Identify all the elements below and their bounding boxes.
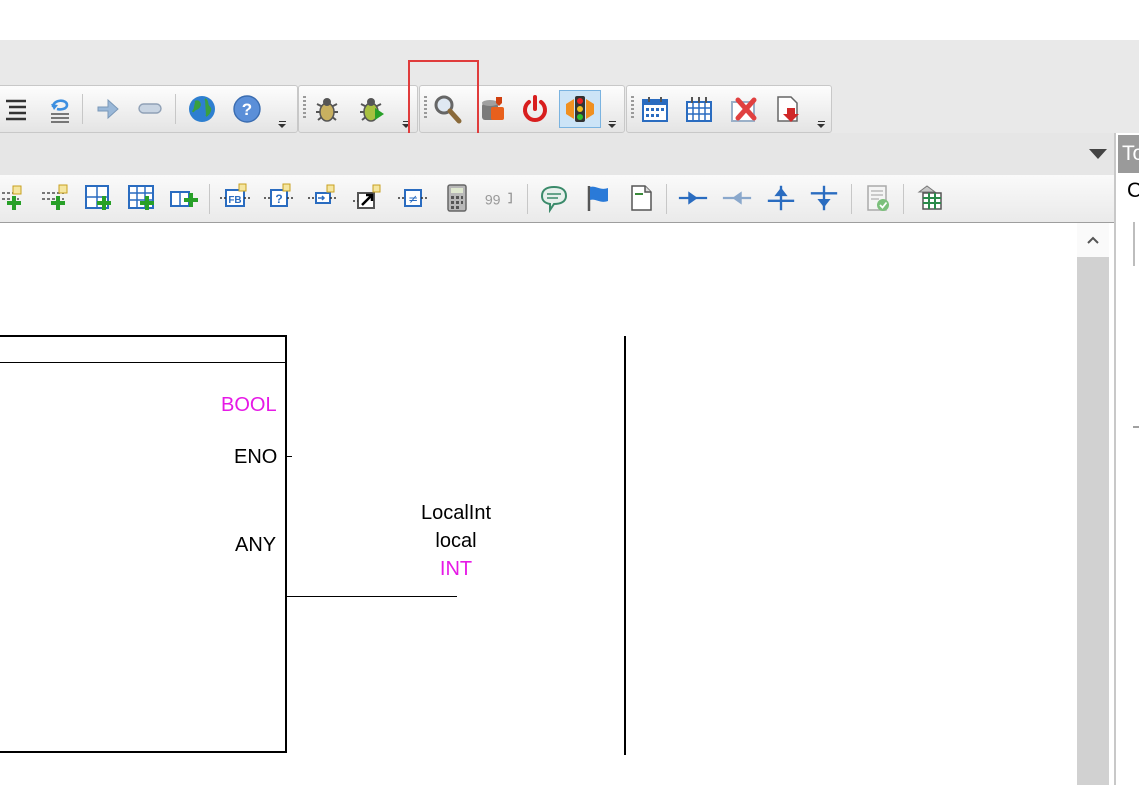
jump-icon[interactable]	[352, 182, 384, 214]
grid-icon[interactable]	[683, 93, 715, 125]
fb-block-icon[interactable]: FB	[219, 182, 251, 214]
eno-label: ENO	[234, 446, 278, 468]
chevron-up-icon	[1087, 236, 1099, 244]
comment-icon[interactable]	[538, 182, 570, 214]
page-icon[interactable]	[625, 182, 657, 214]
question-block-icon[interactable]: ?	[263, 182, 295, 214]
vertical-scrollbar[interactable]	[1077, 223, 1109, 785]
compare-icon[interactable]: ≠	[397, 182, 429, 214]
svg-text:?: ?	[242, 100, 252, 119]
variable-scope: local	[435, 530, 477, 552]
link-icon[interactable]	[134, 93, 166, 125]
toolbar-separator	[82, 94, 83, 124]
toolbar-separator	[903, 184, 904, 214]
traffic-light-icon[interactable]	[559, 90, 601, 128]
export-icon[interactable]	[772, 93, 804, 125]
toolbar-group-debug	[298, 85, 418, 133]
right-power-rail	[624, 336, 626, 755]
svg-text:FB: FB	[228, 195, 241, 206]
input-block-icon[interactable]	[307, 182, 339, 214]
add-table-icon[interactable]	[125, 182, 157, 214]
flag-icon[interactable]	[582, 182, 614, 214]
side-panel-tab[interactable]: To	[1118, 135, 1139, 173]
counter-icon[interactable]: 99	[482, 182, 514, 214]
list-icon[interactable]	[0, 93, 31, 125]
connect-right-icon[interactable]	[677, 182, 709, 214]
verify-icon[interactable]	[862, 182, 894, 214]
toolbar-overflow-chevron[interactable]	[278, 120, 287, 129]
toolbar-separator	[175, 94, 176, 124]
connect-up-icon[interactable]	[765, 182, 797, 214]
add-rung-icon[interactable]	[168, 182, 200, 214]
connect-left-icon[interactable]	[721, 182, 753, 214]
toolbar-overflow-chevron[interactable]	[817, 120, 826, 129]
toolbar-group-tasks	[626, 85, 832, 133]
variable-name[interactable]: LocalInt	[396, 501, 516, 525]
editor-pane-header	[0, 133, 1114, 176]
output-type-label: BOOL	[221, 394, 277, 416]
table-edit-icon[interactable]	[914, 182, 946, 214]
variable-type: INT	[439, 558, 473, 580]
svg-text:?: ?	[275, 192, 282, 206]
side-panel-border	[1114, 133, 1116, 785]
ladder-toolbar: FB ? ≠ 99	[0, 175, 1114, 223]
help-icon[interactable]: ?	[231, 93, 263, 125]
delete-icon[interactable]	[728, 93, 760, 125]
side-panel-tree-line	[1133, 222, 1135, 266]
insert-arrow-icon[interactable]	[92, 93, 124, 125]
undo-list-icon[interactable]	[43, 93, 75, 125]
toolbar-overflow-chevron[interactable]	[608, 120, 617, 129]
toolbar-separator	[209, 184, 210, 214]
add-coil-icon[interactable]	[38, 182, 70, 214]
globe-icon[interactable]	[186, 93, 218, 125]
function-block-header-divider	[0, 362, 286, 363]
dropdown-arrow-icon[interactable]	[1089, 149, 1107, 159]
calendar-icon[interactable]	[639, 93, 671, 125]
toolbar-separator	[527, 184, 528, 214]
toolbar-group-edit: ?	[0, 85, 298, 133]
power-icon[interactable]	[519, 93, 551, 125]
eno-pin[interactable]	[287, 456, 292, 457]
debug-settings-icon[interactable]	[311, 93, 343, 125]
toolbar-grip[interactable]	[631, 96, 634, 120]
svg-text:99: 99	[485, 192, 501, 208]
output-wire[interactable]	[287, 596, 457, 597]
calculator-icon[interactable]	[441, 182, 473, 214]
toolbar-separator	[851, 184, 852, 214]
toolbar-grip[interactable]	[303, 96, 306, 120]
add-contact-icon[interactable]	[0, 182, 26, 214]
connect-down-icon[interactable]	[808, 182, 840, 214]
scroll-up-button[interactable]	[1077, 223, 1109, 257]
add-grid-icon[interactable]	[82, 182, 114, 214]
toolbar-separator	[666, 184, 667, 214]
side-panel-splitter[interactable]	[1133, 426, 1139, 428]
debug-run-icon[interactable]	[355, 93, 387, 125]
side-panel-text: C	[1127, 179, 1139, 202]
svg-text:≠: ≠	[408, 192, 418, 206]
any-output-label: ANY	[235, 534, 277, 556]
database-icon[interactable]	[477, 93, 509, 125]
